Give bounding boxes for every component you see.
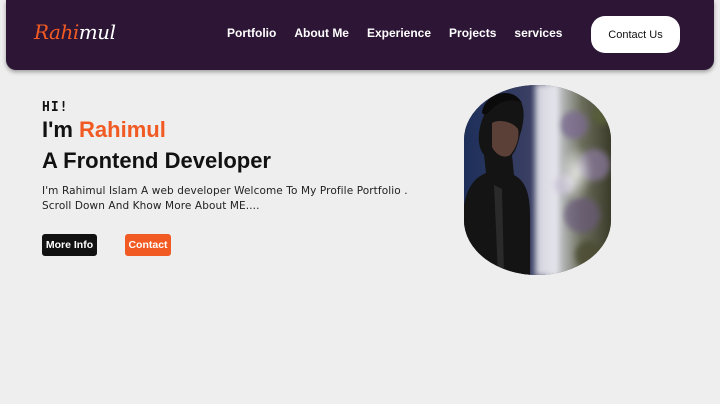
site-logo[interactable]: Rahimul	[34, 20, 116, 44]
hero-name-line: I'm Rahimul	[42, 117, 166, 143]
nav-link-portfolio[interactable]: Portfolio	[227, 26, 276, 40]
nav-link-projects[interactable]: Projects	[449, 26, 496, 40]
contact-button[interactable]: Contact	[125, 234, 171, 256]
nav-link-experience[interactable]: Experience	[367, 26, 431, 40]
nav-link-about-me[interactable]: About Me	[294, 26, 349, 40]
nav-links: Portfolio About Me Experience Projects s…	[227, 26, 562, 40]
navbar: Rahimul Portfolio About Me Experience Pr…	[6, 0, 714, 70]
logo-text-second: mul	[78, 20, 116, 44]
name-prefix: I'm	[42, 117, 80, 142]
logo-text-first: Rahi	[34, 20, 79, 44]
profile-photo	[464, 85, 611, 275]
hero-name: Rahimul	[79, 117, 166, 142]
more-info-button[interactable]: More Info	[42, 234, 97, 256]
nav-link-services[interactable]: services	[514, 26, 562, 40]
contact-us-button[interactable]: Contact Us	[591, 16, 680, 53]
hero-intro-text: I'm Rahimul Islam A web developer Welcom…	[42, 185, 408, 212]
hero-role: A Frontend Developer	[42, 148, 271, 173]
hero-greeting: HI!	[42, 100, 69, 115]
